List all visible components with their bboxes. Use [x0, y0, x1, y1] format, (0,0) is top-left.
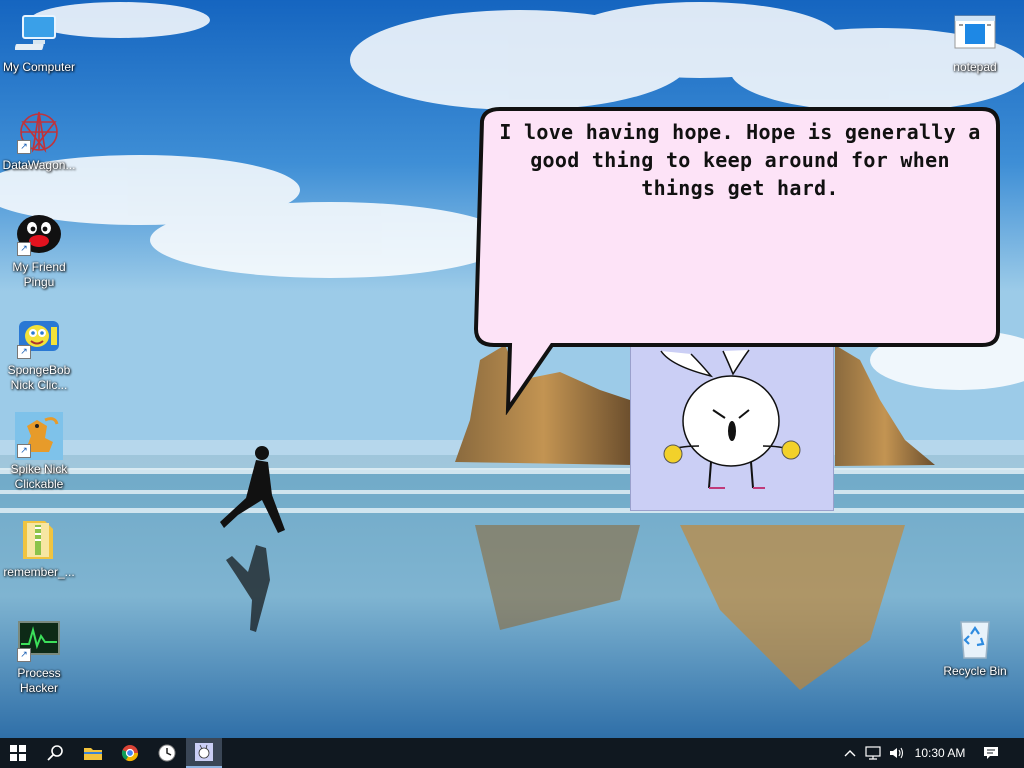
start-button[interactable]: [0, 738, 36, 768]
desktop-icon-spongebob[interactable]: ↗ SpongeBob Nick Clic...: [0, 313, 78, 393]
action-center-button[interactable]: [976, 738, 1006, 768]
system-clock[interactable]: 10:30 AM: [910, 738, 970, 768]
search-button[interactable]: [38, 738, 74, 768]
desktop-icon-label: My Computer: [2, 60, 76, 74]
desktop-icon-recycle-bin[interactable]: Recycle Bin: [936, 614, 1014, 679]
chevron-up-icon: [844, 750, 856, 757]
shortcut-arrow-icon: ↗: [17, 242, 31, 256]
desktop-icon-notepad[interactable]: notepad: [936, 10, 1014, 75]
search-icon: [47, 745, 63, 761]
folder-zip-icon: [15, 515, 63, 563]
volume-button[interactable]: [886, 738, 908, 768]
recycle-bin-icon: [951, 614, 999, 662]
network-icon: [865, 746, 881, 760]
desktop-icon-process-hacker[interactable]: ↗ Process Hacker: [0, 616, 78, 696]
desktop-icon-label: DataWagon...: [2, 158, 76, 172]
show-hidden-icons-button[interactable]: [840, 738, 860, 768]
desktop-icon-label: SpongeBob Nick Clic...: [7, 363, 71, 392]
spongebob-icon: ↗: [15, 313, 63, 361]
desktop-icon-remember[interactable]: remember_...: [0, 515, 78, 580]
desktop-icon-label: remember_...: [3, 565, 75, 579]
file-explorer-icon: [84, 748, 102, 760]
clock-time: 10:30 AM: [914, 746, 966, 760]
desktop-icon-label: Process Hacker: [17, 666, 61, 695]
shortcut-arrow-icon: ↗: [17, 345, 31, 359]
computer-icon: [14, 10, 63, 58]
shortcut-arrow-icon: ↗: [17, 140, 31, 154]
taskbar-file-explorer[interactable]: [76, 738, 110, 768]
pingu-icon: ↗: [15, 210, 63, 258]
shortcut-arrow-icon: ↗: [17, 444, 31, 458]
datawagon-icon: ↗: [15, 108, 63, 156]
buddy-app-icon: [195, 743, 213, 761]
spike-icon: ↗: [15, 412, 63, 460]
speech-bubble-text: I love having hope. Hope is generally a …: [499, 120, 981, 200]
taskbar-buddy-app[interactable]: [186, 738, 222, 768]
shortcut-arrow-icon: ↗: [17, 648, 31, 662]
desktop-icon-label: My Friend Pingu: [12, 260, 66, 289]
process-hacker-icon: ↗: [15, 616, 63, 664]
chrome-icon: [121, 745, 139, 762]
clock-app-icon: [158, 744, 176, 762]
volume-icon: [890, 747, 904, 759]
desktop-icon-label: Recycle Bin: [943, 664, 1007, 678]
desktop-icon-label: notepad: [953, 60, 997, 74]
taskbar: 10:30 AM: [0, 738, 1024, 768]
taskbar-chrome[interactable]: [113, 738, 147, 768]
desktop-icon-my-friend-pingu[interactable]: ↗ My Friend Pingu: [0, 210, 78, 290]
desktop-icon-datawagon[interactable]: ↗ DataWagon...: [0, 108, 78, 173]
start-icon: [10, 745, 26, 761]
desktop-icon-spike[interactable]: ↗ Spike Nick Clickable: [0, 412, 78, 492]
action-center-icon: [984, 747, 998, 759]
taskbar-clock-app[interactable]: [150, 738, 184, 768]
desktop-icon-my-computer[interactable]: My Computer: [0, 10, 78, 75]
notepad-icon: [951, 10, 999, 58]
desktop: My Computer ↗ DataWagon... ↗ My Friend P…: [0, 0, 1024, 738]
network-button[interactable]: [862, 738, 884, 768]
desktop-icon-label: Spike Nick Clickable: [10, 462, 68, 491]
